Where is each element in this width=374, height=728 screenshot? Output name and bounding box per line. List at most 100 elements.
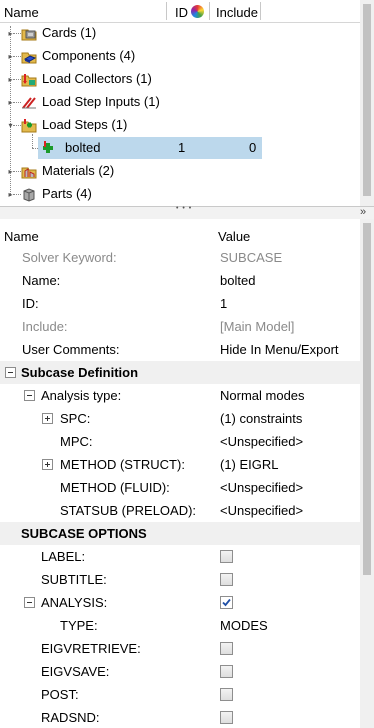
components-icon xyxy=(21,49,37,64)
name-field[interactable]: bolted xyxy=(220,269,255,292)
subtitle-checkbox[interactable] xyxy=(220,573,233,586)
method-struct-selector[interactable]: (1) EIGRL xyxy=(220,453,279,476)
tree-item-bolted[interactable]: bolted 1 0 xyxy=(38,137,262,159)
prop-row-eigvsave[interactable]: EIGVSAVE: xyxy=(0,660,360,683)
prop-name: EIGVRETRIEVE: xyxy=(41,641,141,656)
type-dropdown[interactable]: MODES xyxy=(220,614,268,637)
tree-item-load-step-inputs[interactable]: ▸ Load Step Inputs (1) xyxy=(0,91,360,113)
id-field[interactable]: 1 xyxy=(220,292,227,315)
spc-selector[interactable]: (1) constraints xyxy=(220,407,302,430)
prop-row-radsnd[interactable]: RADSND: xyxy=(0,706,360,728)
tree-item-label: Load Collectors (1) xyxy=(42,71,152,86)
model-browser-tree: Name ID Include ▸ Cards (1) ▸ Components… xyxy=(0,0,374,206)
prop-name: ANALYSIS: xyxy=(41,595,108,610)
load-collectors-icon xyxy=(21,72,37,87)
entity-editor-scrollbar[interactable] xyxy=(360,219,374,728)
cards-icon xyxy=(21,26,37,41)
prop-row-type[interactable]: TYPE: MODES xyxy=(0,614,360,637)
load-step-inputs-icon xyxy=(21,95,37,110)
column-divider[interactable] xyxy=(166,2,167,20)
tree-item-include: 0 xyxy=(249,140,257,155)
prop-row-user-comments[interactable]: User Comments: Hide In Menu/Export xyxy=(0,338,360,361)
method-fluid-selector[interactable]: <Unspecified> xyxy=(220,476,303,499)
tree-item-materials[interactable]: ▸ Materials (2) xyxy=(0,160,360,182)
radsnd-checkbox[interactable] xyxy=(220,711,233,724)
section-title: SUBCASE OPTIONS xyxy=(21,526,147,541)
column-divider[interactable] xyxy=(209,2,210,20)
prop-name: TYPE: xyxy=(60,618,98,633)
load-steps-icon xyxy=(21,118,37,133)
load-step-icon xyxy=(40,141,56,156)
column-divider[interactable] xyxy=(260,2,261,20)
analysis-checkbox[interactable] xyxy=(220,596,233,609)
prop-name: STATSUB (PRELOAD): xyxy=(60,503,197,518)
prop-name: SPC: xyxy=(60,411,91,426)
tree-item-cards[interactable]: ▸ Cards (1) xyxy=(0,22,360,44)
tree-item-label: Components (4) xyxy=(42,48,136,63)
section-subcase-options: SUBCASE OPTIONS xyxy=(0,522,360,545)
prop-row-include: Include: [Main Model] xyxy=(0,315,360,338)
tree-scrollbar[interactable] xyxy=(360,0,374,206)
prop-row-statsub[interactable]: STATSUB (PRELOAD): <Unspecified> xyxy=(0,499,360,522)
prop-row-label[interactable]: LABEL: xyxy=(0,545,360,568)
prop-name: METHOD (FLUID): xyxy=(60,480,170,495)
collapse-icon[interactable] xyxy=(5,367,16,378)
prop-row-subtitle[interactable]: SUBTITLE: xyxy=(0,568,360,591)
prop-row-solver-keyword: Solver Keyword: SUBCASE xyxy=(0,246,360,269)
scrollbar-thumb[interactable] xyxy=(363,4,371,196)
tree-item-label: Parts (4) xyxy=(42,186,92,201)
color-wheel-icon[interactable] xyxy=(191,5,204,18)
prop-row-spc[interactable]: SPC: (1) constraints xyxy=(0,407,360,430)
tree-header: Name ID Include xyxy=(0,0,374,23)
prop-value: SUBCASE xyxy=(220,250,283,265)
tree-item-components[interactable]: ▸ Components (4) xyxy=(0,45,360,67)
prop-name: POST: xyxy=(41,687,79,702)
prop-name: Solver Keyword: xyxy=(22,250,117,265)
scrollbar-thumb[interactable] xyxy=(363,223,371,575)
column-header-include[interactable]: Include xyxy=(216,0,258,22)
section-subcase-definition[interactable]: Subcase Definition xyxy=(0,361,360,384)
prop-row-method-fluid[interactable]: METHOD (FLUID): <Unspecified> xyxy=(0,476,360,499)
prop-name: SUBTITLE: xyxy=(41,572,107,587)
expand-icon[interactable] xyxy=(42,459,53,470)
prop-row-eigvretrieve[interactable]: EIGVRETRIEVE: xyxy=(0,637,360,660)
label-checkbox[interactable] xyxy=(220,550,233,563)
tree-item-label: Cards (1) xyxy=(42,25,97,40)
tree-item-label: Materials (2) xyxy=(42,163,115,178)
column-header-name[interactable]: Name xyxy=(4,0,39,22)
collapse-icon[interactable] xyxy=(24,390,35,401)
mpc-selector[interactable]: <Unspecified> xyxy=(220,430,303,453)
materials-icon xyxy=(21,164,37,179)
expand-icon[interactable] xyxy=(42,413,53,424)
prop-row-analysis[interactable]: ANALYSIS: xyxy=(0,591,360,614)
prop-row-post[interactable]: POST: xyxy=(0,683,360,706)
prop-row-id[interactable]: ID: 1 xyxy=(0,292,360,315)
tree-item-label: Load Steps (1) xyxy=(42,117,128,132)
statsub-selector[interactable]: <Unspecified> xyxy=(220,499,303,522)
eigvsave-checkbox[interactable] xyxy=(220,665,233,678)
tree-item-label: bolted xyxy=(65,140,101,155)
column-header-id[interactable]: ID xyxy=(175,0,188,22)
entity-editor: Name Value Solver Keyword: SUBCASE Name:… xyxy=(0,219,374,728)
section-title: Subcase Definition xyxy=(21,365,139,380)
post-checkbox[interactable] xyxy=(220,688,233,701)
prop-row-mpc[interactable]: MPC: <Unspecified> xyxy=(0,430,360,453)
prop-row-method-struct[interactable]: METHOD (STRUCT): (1) EIGRL xyxy=(0,453,360,476)
user-comments-dropdown[interactable]: Hide In Menu/Export xyxy=(220,338,339,361)
prop-row-analysis-type[interactable]: Analysis type: Normal modes xyxy=(0,384,360,407)
prop-name: LABEL: xyxy=(41,549,86,564)
splitter-grip: • • • xyxy=(176,205,193,212)
parts-icon xyxy=(21,187,37,202)
prop-name: Analysis type: xyxy=(41,388,122,403)
tree-item-load-collectors[interactable]: ▸ Load Collectors (1) xyxy=(0,68,360,90)
tree-item-load-steps[interactable]: ▾ Load Steps (1) xyxy=(0,114,360,136)
tree-item-parts[interactable]: ▸ Parts (4) xyxy=(0,183,360,205)
prop-row-name[interactable]: Name: bolted xyxy=(0,269,360,292)
analysis-type-dropdown[interactable]: Normal modes xyxy=(220,384,305,407)
collapse-icon[interactable] xyxy=(24,597,35,608)
eigvretrieve-checkbox[interactable] xyxy=(220,642,233,655)
panel-splitter[interactable]: • • • » xyxy=(0,205,374,220)
double-chevron-down-icon[interactable]: » xyxy=(360,206,366,218)
tree-item-id: 1 xyxy=(178,140,186,155)
prop-name: MPC: xyxy=(60,434,93,449)
